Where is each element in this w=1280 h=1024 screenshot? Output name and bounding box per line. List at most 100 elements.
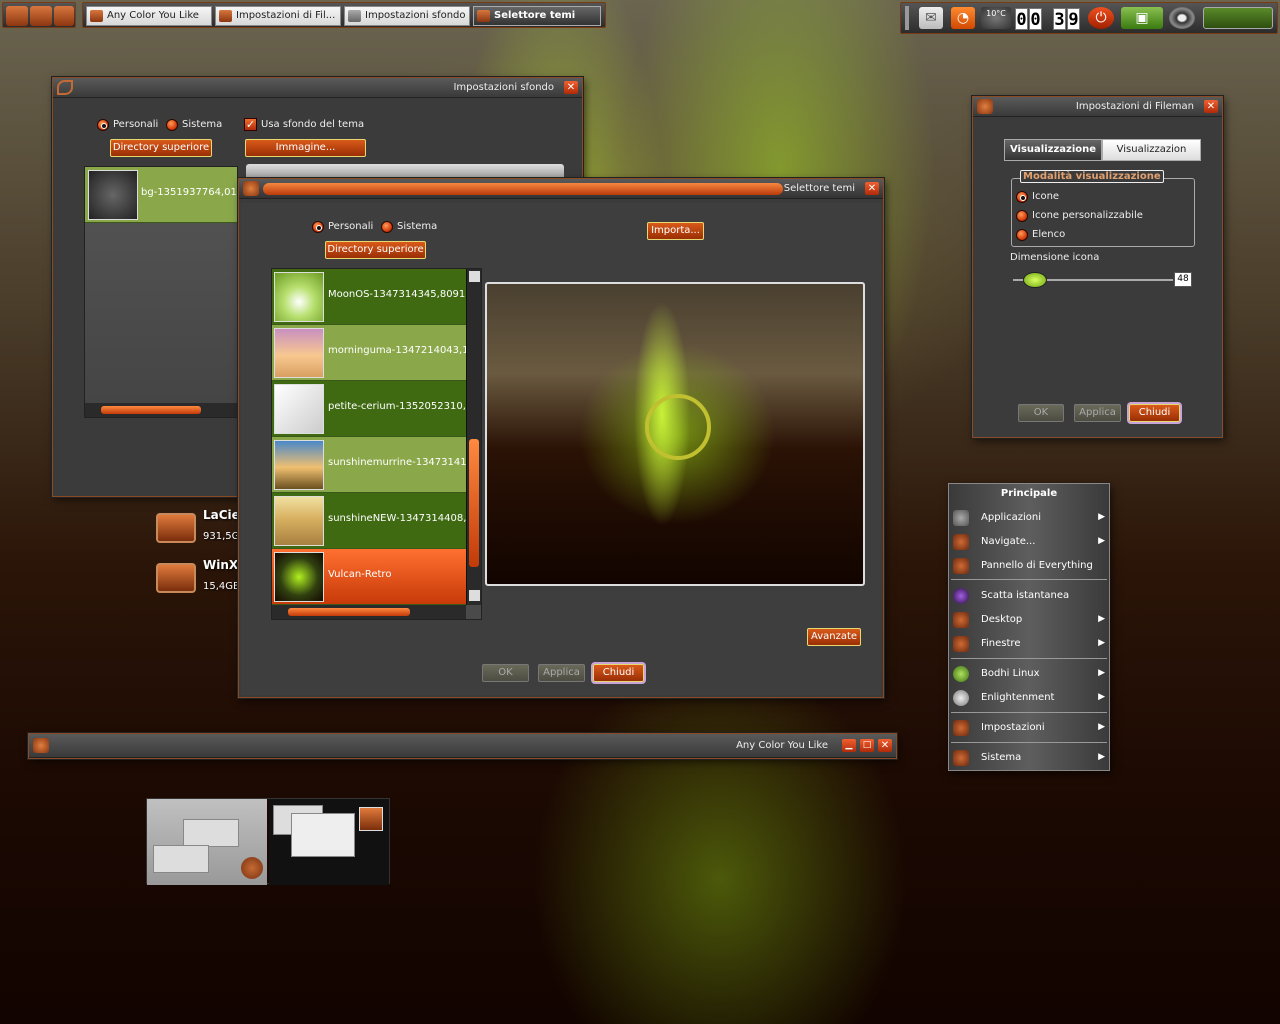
windows-icon [953,636,969,652]
close-icon[interactable]: ✕ [564,81,578,94]
maximize-icon[interactable]: □ [860,739,874,752]
mail-icon[interactable]: ✉ [919,7,943,29]
menu-item-everything[interactable]: Pannello di Everything [949,555,1109,577]
launcher-icon-2[interactable] [30,6,52,26]
menu-item-system[interactable]: Sistema ▶ [949,747,1109,769]
scroll-up-arrow[interactable] [469,271,480,282]
pager-desk-2[interactable] [269,799,389,885]
fileman-settings-window: Impostazioni di Fileman ✕ Visualizzazion… [972,96,1223,438]
tab-visualizzazione[interactable]: Visualizzazion [1102,139,1201,161]
horizontal-scrollbar[interactable] [272,605,466,619]
settings-icon [953,720,969,736]
theme-row[interactable]: sunshineNEW-1347314408,6 [272,493,481,549]
menu-item-desktop[interactable]: Desktop ▶ [949,609,1109,631]
pager-window-thumb [183,819,239,847]
radio-personal-label: Personali [113,119,159,130]
radio-icone[interactable] [1016,191,1028,203]
close-button[interactable]: Chiudi [593,664,644,682]
app-icon [219,10,232,22]
launcher-icon-1[interactable] [6,6,28,26]
pager-icon[interactable] [1203,7,1273,29]
theme-thumbnail [274,328,324,378]
close-icon[interactable]: ✕ [1204,100,1218,113]
theme-thumbnail [274,552,324,602]
minimize-icon[interactable]: ▁ [842,739,856,752]
radio-system[interactable] [166,119,178,131]
apply-button[interactable]: Applica [538,664,585,682]
drive-icon[interactable] [156,563,196,593]
pager-desk-1[interactable] [147,799,267,885]
task-theme-selector[interactable]: Selettore temi [473,6,601,26]
dir-up-button[interactable]: Directory superiore [110,139,212,157]
main-menu: Principale Applicazioni ▶ Navigate... ▶ … [948,483,1110,771]
import-button[interactable]: Importa... [647,222,704,240]
drive-icon[interactable] [156,513,196,543]
list-item[interactable]: bg-1351937764,017 [85,167,237,223]
task-any-color-you-like[interactable]: Any Color You Like [86,6,212,26]
menu-item-enlightenment[interactable]: Enlightenment ▶ [949,687,1109,709]
pager-app-icon [359,807,383,831]
scroll-thumb[interactable] [288,608,410,616]
folder-icon [953,534,969,550]
menu-item-applicazioni[interactable]: Applicazioni ▶ [949,507,1109,529]
close-button[interactable]: Chiudi [1129,404,1180,422]
rss-icon[interactable]: ◔ [951,7,975,29]
launcher-icon-3[interactable] [54,6,74,26]
vertical-scrollbar[interactable] [466,269,481,605]
scroll-down-arrow[interactable] [469,590,480,601]
menu-item-settings[interactable]: Impostazioni ▶ [949,717,1109,739]
ok-button[interactable]: OK [482,664,529,682]
submenu-arrow-icon: ▶ [1098,536,1105,546]
theme-row-selected[interactable]: Vulcan-Retro [272,549,481,605]
titlebar[interactable]: Impostazioni sfondo ✕ [53,78,582,98]
scroll-thumb[interactable] [469,439,479,567]
use-theme-bg-checkbox[interactable]: ✓ [244,118,257,131]
volume-icon[interactable] [1169,7,1195,29]
theme-row[interactable]: morninguma-1347214043,1360 [272,325,481,381]
dir-up-button[interactable]: Directory superiore [325,241,426,259]
ok-button[interactable]: OK [1018,404,1064,422]
horizontal-scrollbar[interactable] [85,403,237,417]
network-icon[interactable]: ▣ [1121,7,1163,29]
weather-icon[interactable]: 10°C [981,7,1011,29]
titlebar[interactable]: Selettore temi ✕ [239,179,883,199]
tray-handle[interactable] [905,6,909,30]
radio-system[interactable] [381,221,393,233]
menu-item-navigate[interactable]: Navigate... ▶ [949,531,1109,553]
titlebar[interactable]: Any Color You Like ▁ □ ✕ [29,734,896,758]
advanced-button[interactable]: Avanzate [807,628,861,646]
menu-item-bodhi[interactable]: Bodhi Linux ▶ [949,663,1109,685]
task-fileman-settings[interactable]: Impostazioni di Fil... [215,6,341,26]
titlebar[interactable]: Impostazioni di Fileman ✕ [973,97,1222,117]
radio-personal[interactable] [97,119,109,131]
enlightenment-icon [953,690,969,706]
scroll-thumb[interactable] [101,406,201,414]
tab-visualizzazione-active[interactable]: Visualizzazione [1004,139,1102,161]
radio-elenco[interactable] [1016,229,1028,241]
menu-item-screenshot[interactable]: Scatta istantanea [949,585,1109,607]
power-icon[interactable]: ⏻ [1088,7,1114,29]
apply-button[interactable]: Applica [1074,404,1121,422]
wallpaper-list[interactable]: bg-1351937764,017 [84,166,238,418]
close-icon[interactable]: ✕ [878,739,892,752]
theme-row[interactable]: MoonOS-1347314345,809114 [272,269,481,325]
taskbar-tasks: Any Color You Like Impostazioni di Fil..… [82,2,606,28]
radio-icone-personalizzabile-label: Icone personalizzabile [1032,210,1143,221]
theme-row[interactable]: sunshinemurrine-1347314160 [272,437,481,493]
theme-list[interactable]: MoonOS-1347314345,809114 morninguma-1347… [271,268,482,620]
icon-size-slider-handle[interactable] [1023,272,1047,288]
radio-icone-personalizzabile[interactable] [1016,210,1028,222]
app-icon [348,10,361,22]
menu-item-windows[interactable]: Finestre ▶ [949,633,1109,655]
desktop-pager [146,798,390,885]
image-button[interactable]: Immagine... [245,139,366,157]
system-tray: ✉ ◔ 10°C 0 0 3 9 ⏻ ▣ [900,2,1278,34]
task-wallpaper-settings[interactable]: Impostazioni sfondo [344,6,470,26]
pager-window-thumb [291,813,355,857]
group-title: Modalità visualizzazione [1020,170,1164,183]
drive-name: LaCie [203,508,240,522]
window-title: Impostazioni di Fileman [1075,101,1194,112]
theme-row[interactable]: petite-cerium-1352052310,4090 [272,381,481,437]
close-icon[interactable]: ✕ [865,182,879,195]
radio-personal[interactable] [312,221,324,233]
